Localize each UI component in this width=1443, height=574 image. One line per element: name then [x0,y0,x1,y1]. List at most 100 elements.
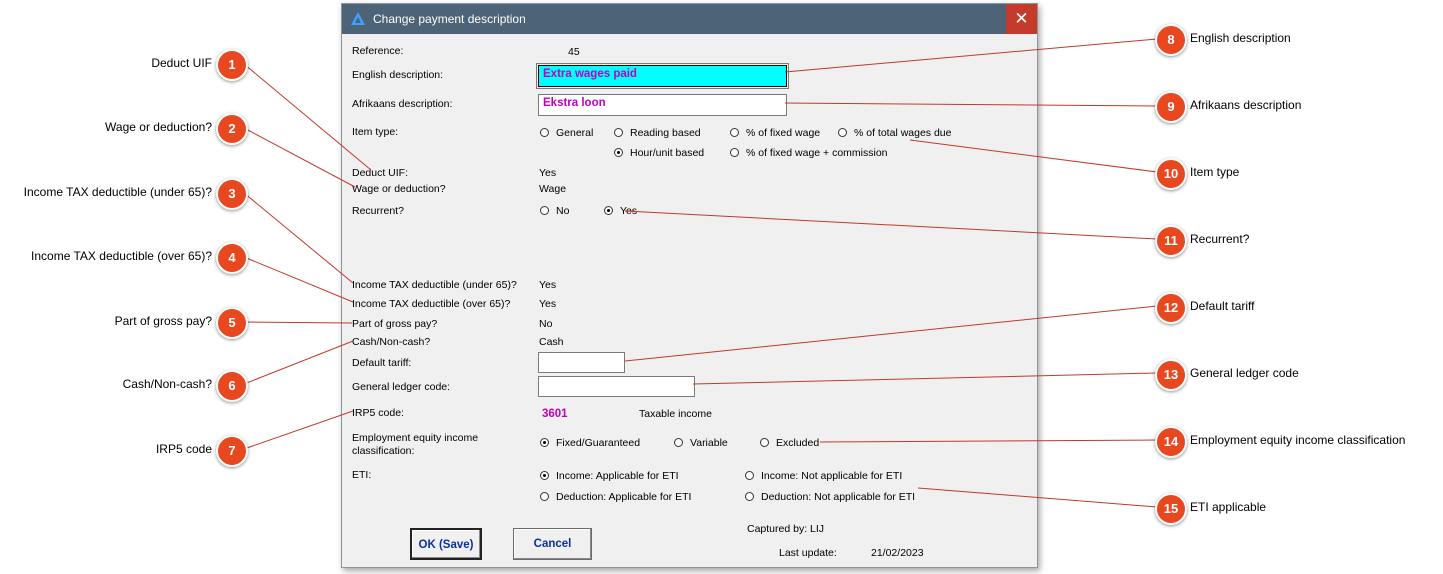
radio-label: Yes [620,205,638,217]
callout-text-2: Wage or deduction? [105,120,212,134]
callout-text-6: Cash/Non-cash? [122,377,212,391]
default-tariff-input[interactable] [538,352,625,373]
wage-deduction-label: Wage or deduction? [352,183,446,195]
recurrent-label: Recurrent? [352,205,404,217]
callout-badge-6: 6 [216,370,248,402]
radio-empty-icon [540,206,549,215]
english-description-input[interactable]: Extra wages paid [536,63,789,89]
callout-text-3: Income TAX deductible (under 65)? [23,185,212,199]
callout-badge-8: 8 [1155,24,1187,56]
radio-selected-icon [604,206,613,215]
irp5-code-value[interactable]: 3601 [542,408,568,420]
radio-label: Excluded [776,437,820,449]
callout-text-14: Employment equity income classification [1190,433,1406,447]
callout-text-15: ETI applicable [1190,500,1267,514]
callout-text-10: Item type [1190,165,1240,179]
cash-value: Cash [539,336,564,348]
leader-3 [243,192,354,284]
default-tariff-label: Default tariff: [352,357,412,369]
radio-label: No [556,205,570,217]
callout-text-8: English description [1190,31,1291,45]
cash-label: Cash/Non-cash? [352,336,431,348]
title-bar[interactable]: Change payment description ✕ [342,4,1037,34]
gl-code-input[interactable] [538,376,695,397]
callout-badge-4: 4 [216,242,248,274]
radio-empty-icon [838,128,847,137]
afrikaans-description-label: Afrikaans description: [352,98,453,110]
radio-label: % of fixed wage + commission [746,147,888,159]
item-type-label: Item type: [352,126,399,138]
radio-label: Fixed/Guaranteed [556,437,641,449]
callout-badge-10: 10 [1155,158,1187,190]
radio-empty-icon [730,148,739,157]
callout-badge-2: 2 [216,113,248,145]
dialog-title: Change payment description [373,12,526,26]
radio-empty-icon [674,438,683,447]
callout-badge-13: 13 [1155,359,1187,391]
radio-selected-icon [614,148,623,157]
leader-4 [243,256,354,303]
callout-text-9: Afrikaans description [1190,98,1302,112]
radio-label: Income: Applicable for ETI [556,470,679,482]
tax-over-65-value: Yes [539,298,557,310]
radio-label: Hour/unit based [630,147,705,159]
callout-badge-5: 5 [216,307,248,339]
radio-selected-icon [540,438,549,447]
callout-text-12: Default tariff [1190,299,1255,313]
radio-label: Deduction: Not applicable for ETI [761,491,916,503]
leader-6 [243,340,354,385]
callout-text-4: Income TAX deductible (over 65)? [31,249,212,263]
callout-text-7: IRP5 code [155,442,212,456]
radio-empty-icon [745,471,754,480]
gross-pay-value: No [539,318,553,330]
irp5-description: Taxable income [639,408,712,420]
callout-badge-11: 11 [1155,225,1187,257]
reference-value: 45 [568,46,580,58]
reference-label: Reference: [352,45,404,57]
radio-label: General [556,127,594,139]
tax-under-65-label: Income TAX deductible (under 65)? [352,279,517,291]
callout-badge-12: 12 [1155,292,1187,324]
wage-deduction-value: Wage [539,183,567,195]
radio-empty-icon [760,438,769,447]
callout-text-11: Recurrent? [1190,232,1250,246]
employment-equity-label-line2: classification: [352,445,415,457]
radio-selected-icon [540,471,549,480]
radio-label: Income: Not applicable for ETI [761,470,903,482]
callout-text-1: Deduct UIF [151,56,212,70]
english-description-label: English description: [352,69,444,81]
radio-empty-icon [540,492,549,501]
radio-label: Deduction: Applicable for ETI [556,491,692,503]
callout-badge-15: 15 [1155,493,1187,525]
radio-label: Variable [690,437,728,449]
close-icon[interactable]: ✕ [1006,4,1037,34]
tax-over-65-label: Income TAX deductible (over 65)? [352,298,511,310]
ok-save-button[interactable]: OK (Save) [410,528,482,560]
eti-label: ETI: [352,469,372,481]
callout-badge-1: 1 [216,49,248,81]
tax-under-65-value: Yes [539,279,557,291]
change-payment-dialog: Change payment description ✕ Reference: … [341,3,1038,568]
callout-badge-3: 3 [216,178,248,210]
app-logo-icon [351,12,365,25]
radio-empty-icon [614,128,623,137]
leader-5 [243,321,353,324]
callout-badge-7: 7 [216,435,248,467]
radio-label: % of fixed wage [746,127,821,139]
leader-2 [243,127,356,188]
radio-empty-icon [745,492,754,501]
gl-code-label: General ledger code: [352,381,451,393]
captured-by: Captured by: LIJ [747,523,825,535]
callout-badge-14: 14 [1155,426,1187,458]
deduct-uif-label: Deduct UIF: [352,167,409,179]
radio-empty-icon [540,128,549,137]
callout-text-13: General ledger code [1190,366,1299,380]
callout-text-5: Part of gross pay? [114,314,212,328]
afrikaans-description-input[interactable]: Ekstra loon [538,94,787,116]
cancel-button[interactable]: Cancel [513,528,592,560]
last-update-value: 21/02/2023 [871,547,924,559]
callout-badge-9: 9 [1155,91,1187,123]
leader-7 [243,410,354,450]
irp5-code-label: IRP5 code: [352,407,404,419]
radio-label: Reading based [630,127,701,139]
